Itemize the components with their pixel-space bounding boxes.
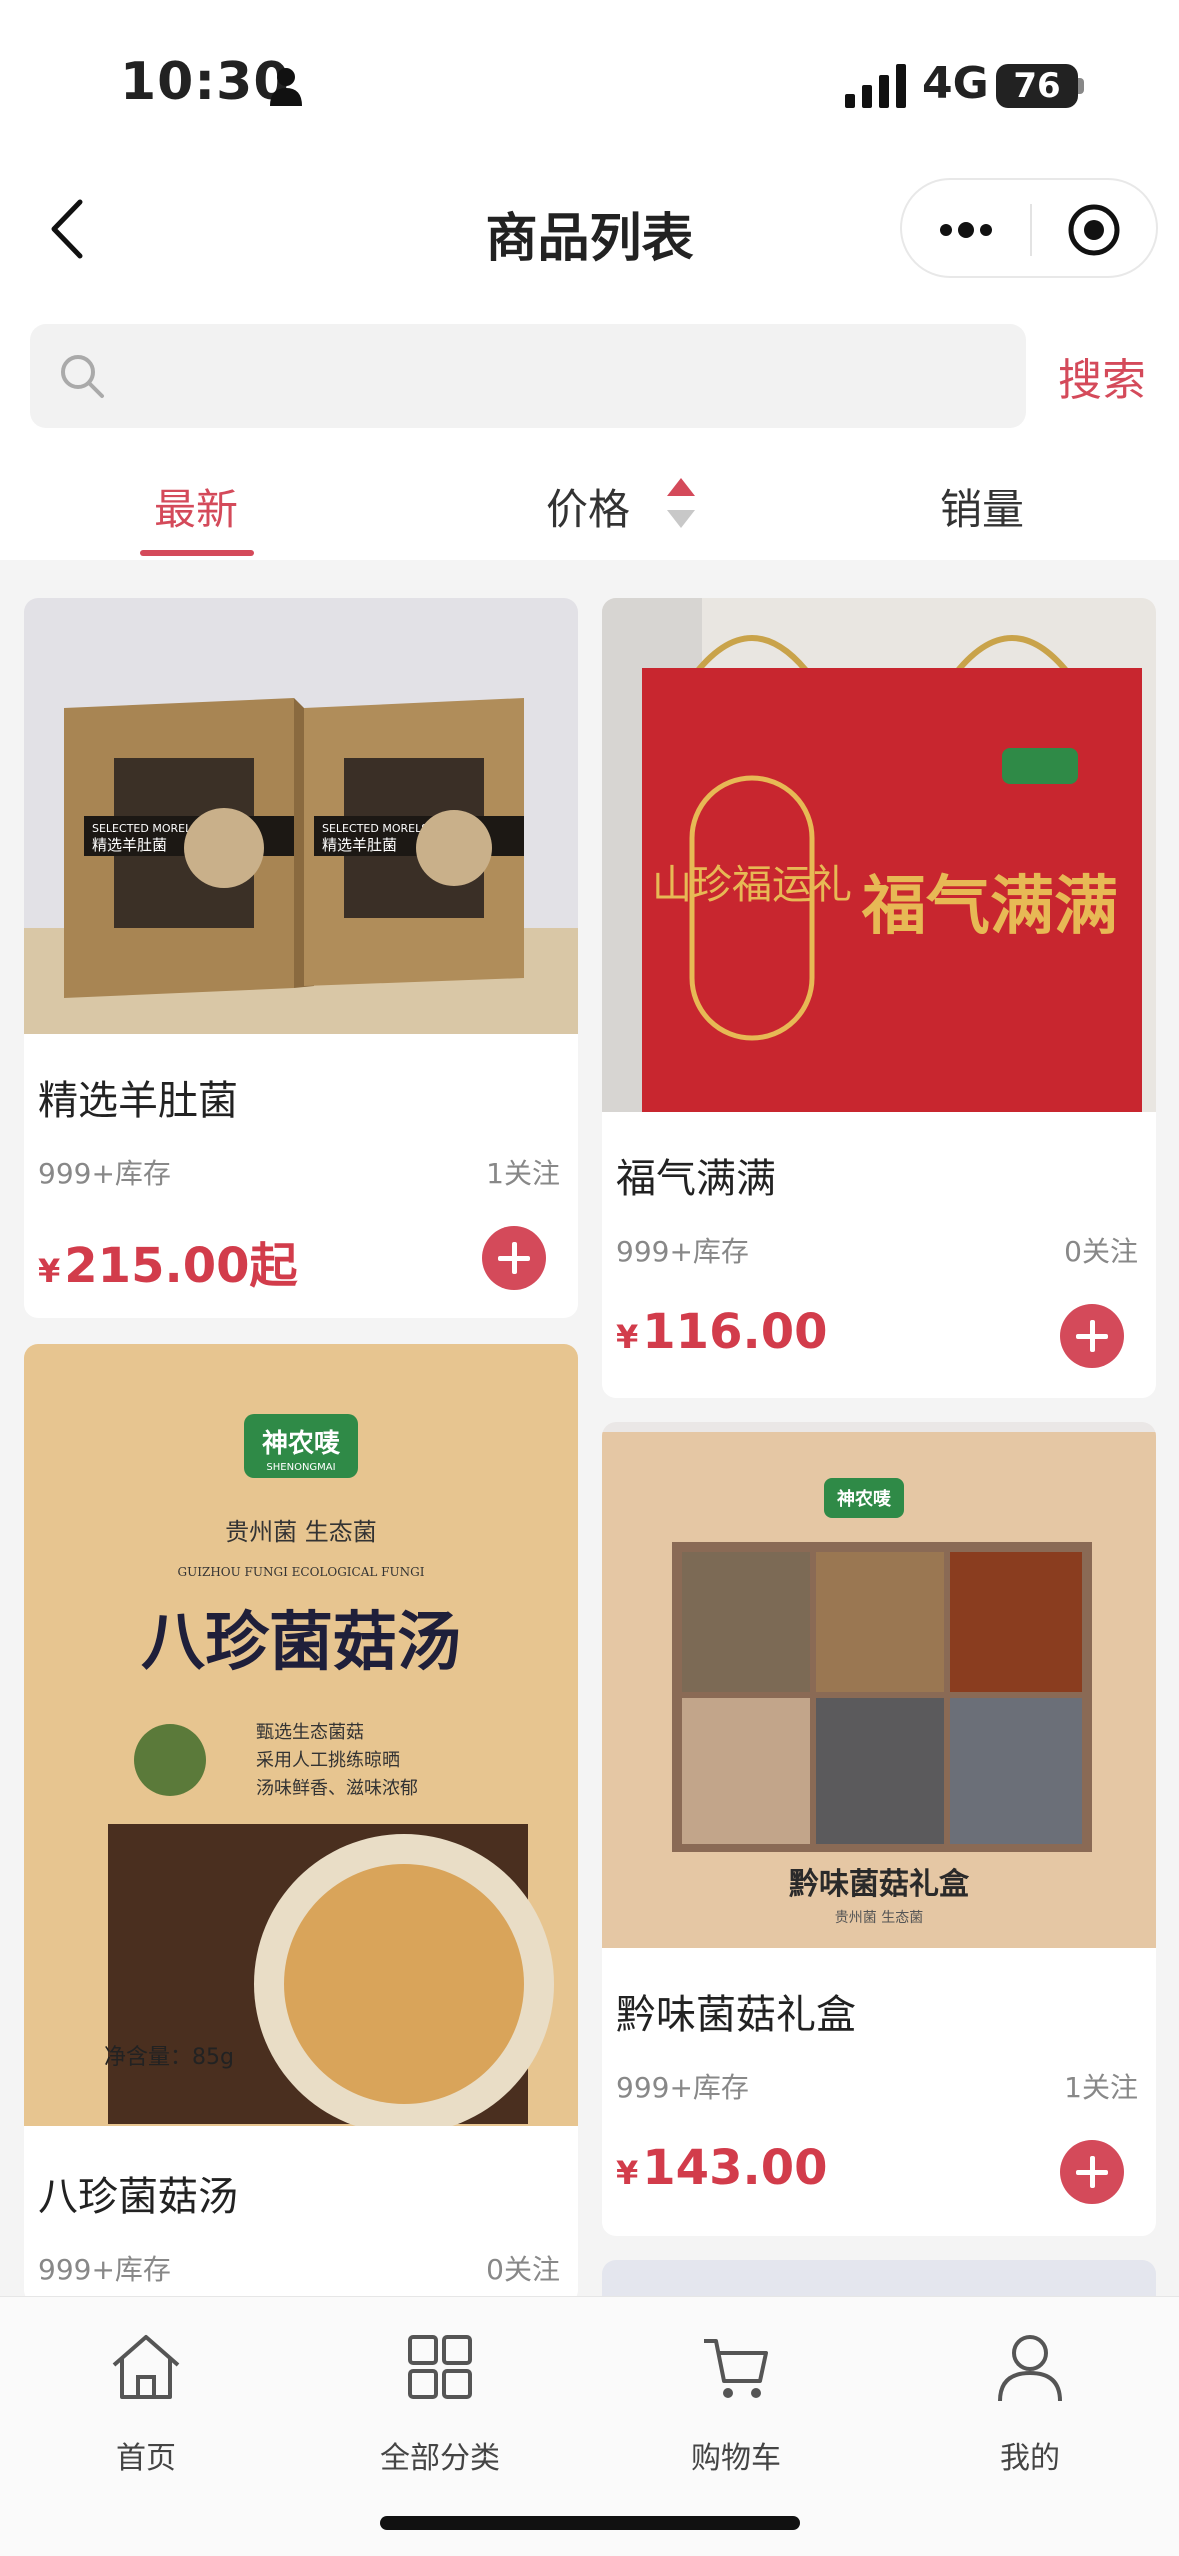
home-icon [112, 2335, 180, 2399]
currency-symbol: ¥ [616, 1318, 639, 1356]
box-label-cn-2: 精选羊肚菌 [322, 836, 397, 854]
box-label-cn: 精选羊肚菌 [92, 836, 167, 854]
product-stock: 999+库存 [616, 1235, 749, 1268]
box-subtitle-en: GUIZHOU FUNGI ECOLOGICAL FUNGI [178, 1565, 425, 1579]
product-follows: 1关注 [486, 1157, 560, 1190]
signal-icon [845, 64, 906, 108]
product-price: ¥215.00起 [38, 1226, 298, 1296]
user-icon [998, 2335, 1062, 2402]
tabbar-item-me[interactable]: 我的 [930, 2327, 1130, 2477]
person-icon [270, 68, 302, 106]
tabbar-item-cart[interactable]: 购物车 [636, 2327, 836, 2477]
tabbar-label: 首页 [116, 2441, 176, 2476]
box-net-weight: 净含量：85g [104, 2045, 234, 2070]
product-image: 神农唛 SHENONGMAI 贵州菌 生态菌 GUIZHOU FUNGI ECO… [24, 1344, 578, 2126]
gift-box-subtitle: 贵州菌 生态菌 [835, 1910, 923, 1926]
product-image: 山珍福运礼 福气满满 [602, 598, 1156, 1112]
product-name[interactable]: 精选羊肚菌 [38, 1068, 238, 1126]
home-indicator [380, 2516, 800, 2530]
battery-tip [1078, 78, 1084, 94]
box-label-en-2: SELECTED MORELS [322, 822, 428, 835]
product-follows: 0关注 [1064, 1235, 1138, 1268]
bag-main-text: 福气满满 [861, 870, 1118, 944]
product-card[interactable]: 神农唛 黔味菌菇礼盒 贵州菌 生态菌 黔味菌菇礼盒 999+库存 1关注 ¥14… [602, 1422, 1156, 2236]
page: 10:30 4G 76 商品列表 搜索 最新 价格 销量 SELECTED MO… [0, 0, 1179, 2556]
product-stock: 999+库存 [38, 2253, 171, 2286]
tabbar-label: 购物车 [691, 2441, 781, 2476]
gift-box-title: 黔味菌菇礼盒 [789, 1867, 970, 1902]
add-to-cart-button[interactable] [1060, 2140, 1124, 2204]
battery-icon: 76 [996, 64, 1078, 108]
product-card[interactable]: 神农唛 SHENONGMAI 贵州菌 生态菌 GUIZHOU FUNGI ECO… [24, 1344, 578, 2304]
product-card[interactable]: 山珍福运礼 福气满满 福气满满 999+库存 0关注 ¥116.00 [602, 598, 1156, 1398]
product-card[interactable]: SELECTED MORELS 精选羊肚菌 SELECTED MORELS 精选… [24, 598, 578, 1318]
tabbar-label: 我的 [1000, 2441, 1060, 2476]
price-value: 215.00起 [64, 1238, 298, 1294]
box-label-en: SELECTED MORELS [92, 822, 198, 835]
price-value: 143.00 [642, 2140, 828, 2196]
search-button[interactable]: 搜索 [1058, 344, 1146, 408]
product-follows: 1关注 [1064, 2071, 1138, 2104]
sort-toggle-icon[interactable] [664, 476, 698, 530]
product-name[interactable]: 福气满满 [616, 1146, 776, 1204]
product-name[interactable]: 黔味菌菇礼盒 [616, 1982, 856, 2040]
search-icon [61, 355, 104, 398]
tab-sales[interactable]: 销量 [940, 476, 1024, 537]
more-dots-icon[interactable] [936, 204, 996, 256]
add-to-cart-button[interactable] [1060, 1304, 1124, 1368]
mini-program-capsule [900, 178, 1158, 278]
product-stock: 999+库存 [616, 2071, 749, 2104]
box-title: 八珍菌菇汤 [141, 1605, 461, 1680]
battery-level: 76 [1013, 66, 1061, 106]
gift-box-brand: 神农唛 [837, 1488, 892, 1510]
tabbar-label: 全部分类 [380, 2441, 500, 2476]
product-image: SELECTED MORELS 精选羊肚菌 SELECTED MORELS 精选… [24, 598, 578, 1034]
box-bullet-1: 甄选生态菌菇 [256, 1722, 364, 1743]
add-to-cart-button[interactable] [482, 1226, 546, 1290]
box-subtitle: 贵州菌 生态菌 [225, 1518, 377, 1546]
network-type: 4G [922, 58, 989, 109]
price-value: 116.00 [642, 1304, 828, 1360]
product-image: 神农唛 黔味菌菇礼盒 贵州菌 生态菌 [602, 1422, 1156, 1948]
grid-icon [408, 2335, 472, 2399]
brand-logo-en: SHENONGMAI [266, 1462, 335, 1473]
tab-latest[interactable]: 最新 [154, 476, 238, 537]
product-stock: 999+库存 [38, 1157, 171, 1190]
tabbar-item-home[interactable]: 首页 [46, 2327, 246, 2477]
close-target-icon[interactable] [1066, 202, 1122, 258]
brand-logo-text: 神农唛 [262, 1429, 341, 1459]
currency-symbol: ¥ [616, 2154, 639, 2192]
tab-active-indicator [140, 550, 254, 556]
status-time: 10:30 [120, 52, 291, 112]
bag-emblem-text: 山珍福运礼 [652, 862, 852, 908]
product-price: ¥116.00 [616, 1304, 828, 1360]
product-follows: 0关注 [486, 2253, 560, 2286]
currency-symbol: ¥ [38, 1252, 61, 1290]
tab-price[interactable]: 价格 [546, 476, 630, 537]
product-name[interactable]: 八珍菌菇汤 [38, 2164, 238, 2222]
product-price: ¥143.00 [616, 2140, 828, 2196]
box-bullet-2: 采用人工挑练晾晒 [256, 1750, 400, 1771]
cart-icon [704, 2339, 768, 2398]
capsule-divider [1030, 204, 1032, 256]
tabbar-item-categories[interactable]: 全部分类 [340, 2327, 540, 2477]
status-bar: 10:30 4G 76 [0, 0, 1179, 170]
search-input[interactable] [30, 324, 1026, 428]
box-bullet-3: 汤味鲜香、滋味浓郁 [256, 1778, 418, 1799]
